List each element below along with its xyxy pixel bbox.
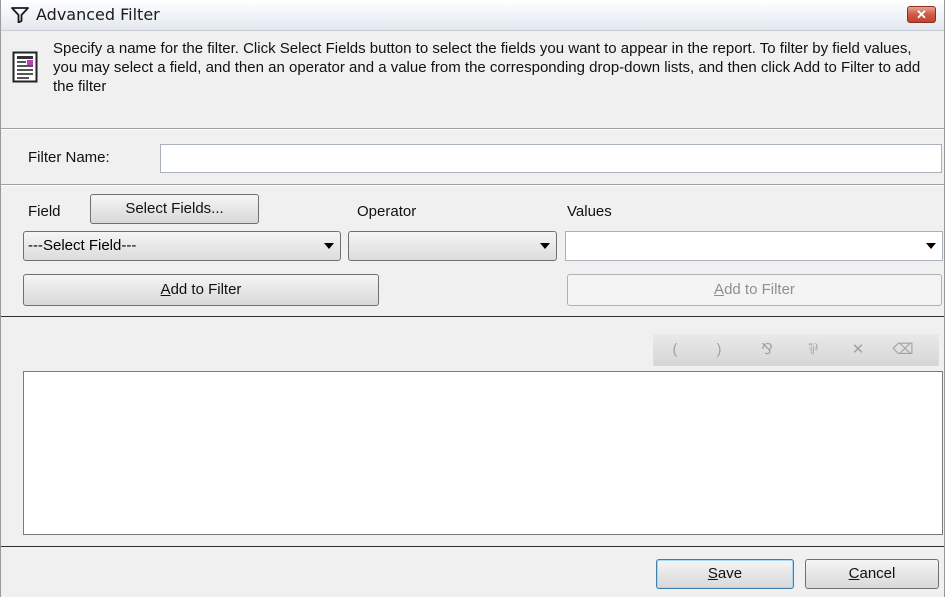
cancel-mnemonic: C <box>848 565 860 582</box>
filter-expression-list[interactable] <box>23 371 943 535</box>
add-to-filter-values-button[interactable]: Add to Filter <box>567 274 942 306</box>
divider <box>1 316 944 317</box>
close-paren-icon[interactable]: ) <box>707 340 731 360</box>
add-to-filter-mnemonic: A <box>160 281 171 298</box>
select-fields-button[interactable]: Select Fields... <box>90 194 259 224</box>
chevron-down-icon <box>926 243 936 249</box>
instructions-text: Specify a name for the filter. Click Sel… <box>53 40 921 95</box>
filter-name-input[interactable] <box>160 144 942 173</box>
add-to-filter-values-mnemonic: A <box>714 281 725 298</box>
field-dropdown-value: ---Select Field--- <box>28 237 137 254</box>
operator-label: Operator <box>357 203 417 220</box>
filter-icon <box>11 7 29 23</box>
clear-all-icon[interactable]: ⌫ <box>891 340 915 360</box>
or-icon[interactable]: ⅌ <box>801 340 825 360</box>
operator-dropdown[interactable] <box>348 231 557 261</box>
values-dropdown[interactable] <box>565 231 943 261</box>
save-label: ave <box>717 565 743 582</box>
and-icon[interactable]: ⅋ <box>755 340 779 360</box>
filter-name-label: Filter Name: <box>28 149 110 166</box>
cancel-button[interactable]: Cancel <box>805 559 939 589</box>
filter-toolbar: ( ) ⅋ ⅌ ✕ ⌫ <box>653 334 939 366</box>
chevron-down-icon <box>540 243 550 249</box>
cancel-label: ancel <box>859 565 896 582</box>
report-icon <box>12 51 38 83</box>
add-to-filter-label: dd to Filter <box>170 281 242 298</box>
save-mnemonic: S <box>707 565 718 582</box>
add-to-filter-button[interactable]: Add to Filter <box>23 274 379 306</box>
field-dropdown[interactable]: ---Select Field--- <box>23 231 341 261</box>
open-paren-icon[interactable]: ( <box>663 340 687 360</box>
values-label: Values <box>567 203 612 220</box>
close-button[interactable]: ✕ <box>907 6 936 23</box>
divider <box>1 185 944 186</box>
window-title: Advanced Filter <box>36 5 160 24</box>
save-button[interactable]: Save <box>656 559 794 589</box>
divider <box>1 546 944 547</box>
instructions-panel: Specify a name for the filter. Click Sel… <box>1 31 944 127</box>
advanced-filter-dialog: Advanced Filter ✕ Specify a name for the… <box>0 0 945 597</box>
chevron-down-icon <box>324 243 334 249</box>
field-label: Field <box>28 203 61 220</box>
divider <box>1 129 944 130</box>
title-bar[interactable]: Advanced Filter ✕ <box>1 0 944 31</box>
remove-icon[interactable]: ✕ <box>846 340 870 360</box>
add-to-filter-values-label: dd to Filter <box>724 281 795 298</box>
